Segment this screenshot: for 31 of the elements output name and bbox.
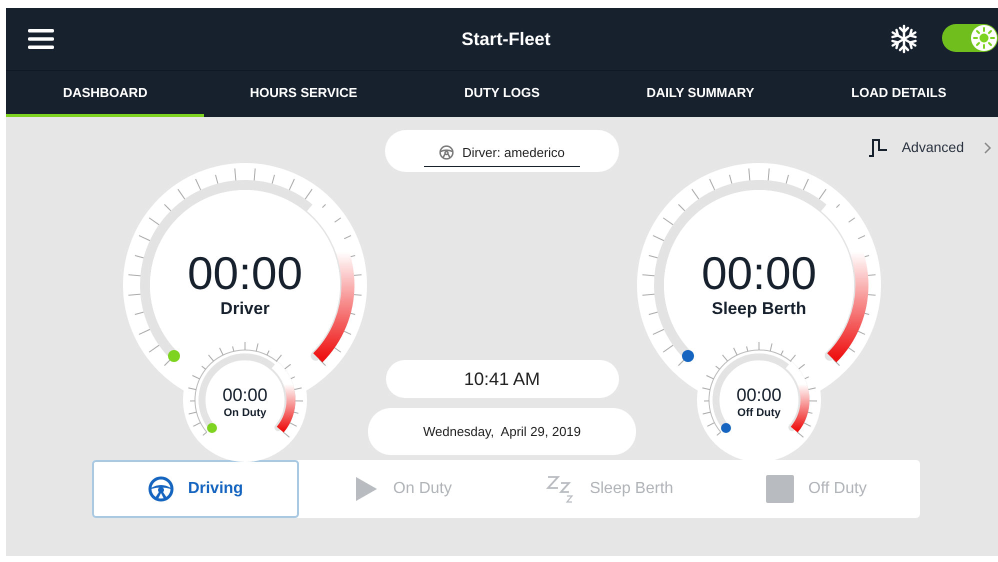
clock-time: 10:41 AM [386, 360, 618, 398]
gauge-time: 00:00 [736, 385, 782, 405]
toggle-switch[interactable] [942, 24, 998, 52]
nav-tab[interactable]: DASHBOARD [6, 71, 204, 117]
steering-wheel-icon [439, 145, 454, 160]
nav-tab[interactable]: DUTY LOGS [402, 71, 602, 117]
sleep-icon [546, 474, 576, 504]
gauge-time: 00:00 [187, 250, 303, 296]
steering-wheel-icon [148, 476, 174, 502]
date-display: Wednesday, April 29, 2019 [368, 408, 636, 455]
gauge-label: On Duty [224, 406, 266, 421]
driver-name: Dirver: amederico [462, 144, 565, 162]
driver-field[interactable]: Dirver: amederico [385, 130, 619, 172]
gauge-label: Off Duty [737, 406, 781, 421]
nav-tab[interactable]: DAILY SUMMARY [601, 71, 800, 117]
snowflake-icon[interactable] [889, 24, 919, 54]
chevron-right-icon [984, 142, 992, 154]
gauge-label: Sleep Berth [712, 298, 806, 320]
advanced-link[interactable]: Advanced [868, 137, 992, 158]
app-title: Start-Fleet [460, 28, 552, 50]
nav-tab[interactable]: LOAD DETAILS [800, 71, 998, 117]
nav-tab[interactable]: HOURS SERVICE [204, 71, 403, 117]
pulse-icon [868, 138, 888, 156]
gauge-label: Driver [220, 298, 270, 320]
advanced-label: Advanced [902, 138, 964, 157]
square-icon [766, 475, 794, 503]
gauge-time: 00:00 [222, 385, 268, 405]
status-button[interactable]: Driving [92, 460, 299, 518]
menu-icon[interactable] [28, 29, 54, 49]
gauge-time: 00:00 [701, 250, 817, 296]
play-icon [353, 476, 380, 502]
